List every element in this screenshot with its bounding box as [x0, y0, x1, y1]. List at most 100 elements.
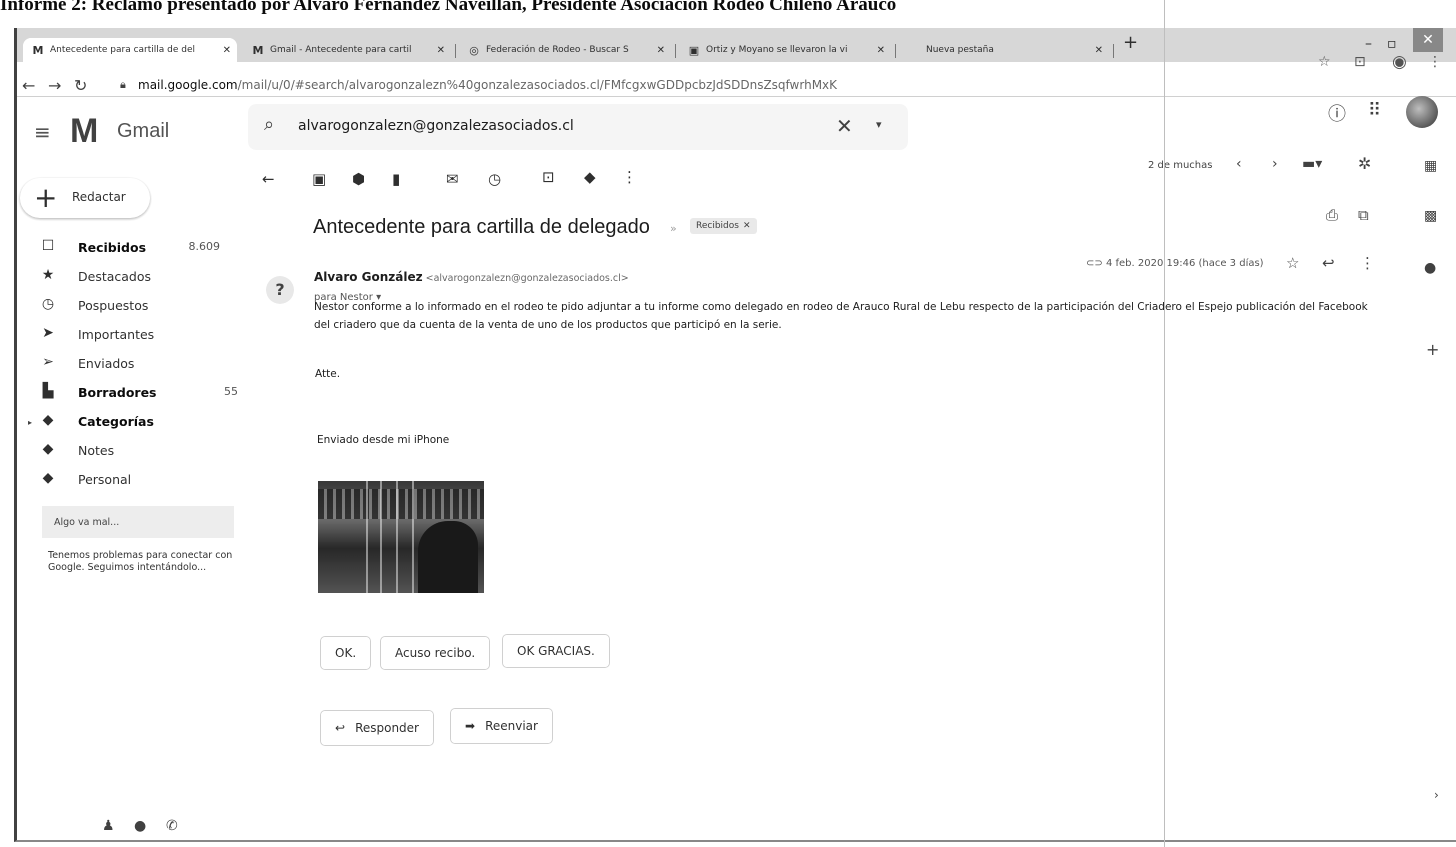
print-icon[interactable]: ⎙: [1326, 206, 1338, 224]
input-tools-icon[interactable]: ▬▾: [1302, 156, 1322, 172]
tab-new[interactable]: Nueva pestaña ✕: [899, 38, 1109, 62]
url-field[interactable]: mail.google.com/mail/u/0/#search/alvarog…: [138, 78, 837, 92]
message-closing: Atte.: [315, 368, 341, 380]
tab-gmail-active[interactable]: M Antecedente para cartilla de del ✕: [23, 38, 237, 62]
smart-reply-ok[interactable]: OK.: [320, 636, 372, 670]
gmail-logo-icon[interactable]: M: [70, 112, 98, 151]
older-icon[interactable]: ›: [1272, 156, 1278, 172]
open-new-window-icon[interactable]: ⧉: [1358, 206, 1369, 224]
clear-search-icon[interactable]: ✕: [836, 114, 853, 138]
main-menu-icon[interactable]: ≡: [34, 120, 51, 144]
forward-icon[interactable]: →: [48, 76, 61, 95]
search-icon[interactable]: ⌕: [264, 114, 274, 135]
more-icon[interactable]: ⋮: [622, 168, 637, 186]
add-addon-icon[interactable]: +: [1426, 340, 1439, 359]
tab-close-icon[interactable]: ✕: [877, 45, 885, 56]
sidebar-item-importantes[interactable]: ➤ Importantes: [38, 323, 238, 347]
newer-icon[interactable]: ‹: [1236, 156, 1242, 172]
tab-ortiz[interactable]: ▣ Ortiz y Moyano se llevaron la vi ✕: [679, 38, 891, 62]
reload-icon[interactable]: ↻: [74, 76, 87, 95]
expand-caret-icon[interactable]: ▸: [28, 418, 32, 427]
sidebar-item-pospuestos[interactable]: ◷ Pospuestos: [38, 294, 238, 318]
tasks-icon[interactable]: ●: [1424, 260, 1436, 276]
star-message-icon[interactable]: ☆: [1286, 254, 1299, 272]
sidebar-item-label: Enviados: [78, 356, 135, 371]
close-window-icon[interactable]: ✕: [1413, 28, 1443, 52]
url-path: /mail/u/0/#search/alvarogonzalezn%40gonz…: [237, 78, 838, 92]
sidebar-item-recibidos[interactable]: ☐ Recibidos 8.609: [38, 236, 238, 260]
expand-panel-icon[interactable]: ›: [1434, 788, 1439, 802]
sender-avatar[interactable]: ?: [266, 276, 294, 304]
calendar-icon[interactable]: ▦: [1424, 158, 1437, 174]
tab-federacion[interactable]: ◎ Federación de Rodeo - Buscar S ✕: [459, 38, 671, 62]
new-tab-button[interactable]: +: [1123, 32, 1138, 53]
sidebar-item-categorias[interactable]: ◆ Categorías: [38, 410, 238, 434]
archive-icon[interactable]: ▣: [312, 170, 326, 188]
profile-icon[interactable]: ◉: [1392, 52, 1407, 72]
contacts-icon[interactable]: ♟: [102, 818, 115, 834]
error-message: Tenemos problemas para conectar con Goog…: [48, 550, 233, 573]
label-icon: ◆: [42, 441, 54, 457]
sidebar-item-personal[interactable]: ◆ Personal: [38, 468, 238, 492]
sidebar-item-label: Importantes: [78, 327, 155, 342]
apps-grid-icon[interactable]: ⠿: [1368, 100, 1381, 121]
lock-icon: 🔒︎: [120, 78, 126, 91]
maximize-icon[interactable]: ▫: [1387, 36, 1397, 52]
search-bar[interactable]: ⌕ alvarogonzalezn@gonzalezasociados.cl ✕…: [248, 104, 908, 150]
reply-icon[interactable]: ↩: [1322, 254, 1335, 272]
tab-gmail[interactable]: M Gmail - Antecedente para cartil ✕: [243, 38, 451, 62]
tab-title: Nueva pestaña: [926, 45, 994, 55]
minimize-icon[interactable]: –: [1365, 36, 1372, 52]
hangouts-icon[interactable]: ●: [134, 818, 146, 834]
cast-icon[interactable]: ⊡: [1354, 54, 1366, 70]
draft-icon: ▙: [42, 383, 54, 399]
compose-button[interactable]: + Redactar: [20, 178, 150, 218]
message-more-icon[interactable]: ⋮: [1360, 254, 1375, 272]
sidebar-item-label: Notes: [78, 443, 115, 458]
sender-line[interactable]: Alvaro González <alvarogonzalezn@gonzalez…: [314, 270, 629, 284]
sidebar-item-enviados[interactable]: ➢ Enviados: [38, 352, 238, 376]
labels-icon[interactable]: ◆: [584, 168, 596, 186]
help-icon[interactable]: ⓘ: [1328, 100, 1346, 126]
back-to-list-icon[interactable]: ←: [262, 170, 275, 188]
browser-menu-icon[interactable]: ⋮: [1428, 54, 1442, 70]
bookmark-star-icon[interactable]: ☆: [1318, 54, 1331, 70]
sidebar-item-label: Recibidos: [78, 240, 147, 255]
smart-reply-ok-gracias[interactable]: OK GRACIAS.: [502, 634, 610, 668]
settings-gear-icon[interactable]: ✲: [1358, 154, 1371, 173]
smart-reply-acuso-recibo[interactable]: Acuso recibo.: [380, 636, 491, 670]
google-favicon: ◎: [469, 43, 479, 57]
tab-close-icon[interactable]: ✕: [657, 45, 665, 56]
label-chip-recibidos[interactable]: Recibidos ✕: [690, 218, 757, 234]
snooze-icon[interactable]: ◷: [488, 170, 501, 188]
gmail-favicon: M: [32, 43, 44, 57]
keep-icon[interactable]: ▩: [1424, 208, 1437, 224]
delete-icon[interactable]: ▮: [392, 170, 400, 188]
sidebar-item-destacados[interactable]: ★ Destacados: [38, 265, 238, 289]
tab-close-icon[interactable]: ✕: [223, 45, 231, 56]
sidebar-item-borradores[interactable]: ▙ Borradores 55: [38, 381, 238, 405]
search-options-icon[interactable]: ▾: [876, 118, 882, 131]
forward-button[interactable]: ➡ Reenviar: [450, 708, 553, 744]
tab-close-icon[interactable]: ✕: [1095, 45, 1103, 56]
mark-unread-icon[interactable]: ✉: [446, 170, 459, 188]
tab-strip: M Antecedente para cartilla de del ✕ M G…: [17, 28, 1456, 62]
reply-button[interactable]: ↩ Responder: [320, 710, 434, 746]
important-icon: ➤: [42, 325, 54, 341]
remove-label-icon[interactable]: ✕: [743, 221, 751, 231]
browser-window: M Antecedente para cartilla de del ✕ M G…: [14, 28, 1456, 842]
move-to-icon[interactable]: ⊡: [542, 168, 555, 186]
image-attachment[interactable]: [318, 481, 484, 593]
account-avatar[interactable]: [1406, 96, 1438, 128]
report-spam-icon[interactable]: ⬢: [352, 170, 365, 188]
back-icon[interactable]: ←: [22, 76, 35, 95]
gmail-favicon: M: [252, 43, 264, 57]
sidebar-item-notes[interactable]: ◆ Notes: [38, 439, 238, 463]
important-marker-icon[interactable]: »: [670, 222, 677, 235]
scan-fold-line: [1164, 0, 1165, 847]
gmail-product-name: Gmail: [117, 120, 170, 142]
phone-icon[interactable]: ✆: [166, 818, 178, 834]
search-input[interactable]: alvarogonzalezn@gonzalezasociados.cl: [298, 118, 574, 134]
tab-close-icon[interactable]: ✕: [437, 45, 445, 56]
reply-label: Responder: [355, 721, 419, 735]
